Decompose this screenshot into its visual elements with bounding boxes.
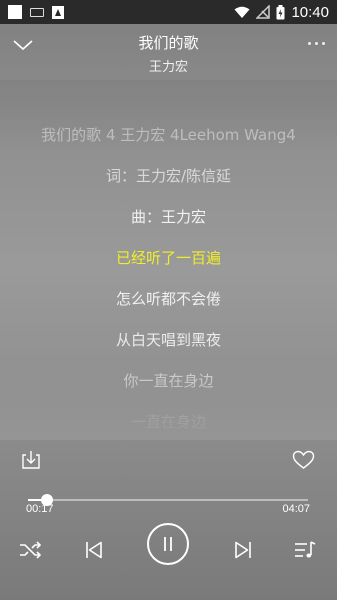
elapsed-time: 00:17 [26,503,54,515]
more-dot-icon [315,42,318,45]
previous-icon [86,541,102,559]
lyric-line-current[interactable]: 已经听了一百遍 [0,247,337,268]
player-header: 我们的歌 王力宏 [0,24,337,80]
shuffle-button[interactable] [18,537,44,563]
pause-icon [164,537,172,551]
playlist-icon [295,541,316,558]
song-title: 我们的歌 [138,34,199,52]
notification-square-icon [8,5,22,19]
lyric-line[interactable]: 曲：王力宏 [0,206,337,227]
playlist-button[interactable] [292,537,318,563]
battery-charging-icon [276,4,285,19]
lyric-line[interactable]: 怎么听都不会倦 [0,288,337,309]
more-dot-icon [308,42,311,45]
seek-track [28,499,308,501]
lyric-line[interactable]: 一直在身边 [0,411,337,432]
playback-controls [0,520,337,576]
seek-bar[interactable] [28,493,308,507]
no-signal-icon [256,5,271,19]
pause-button[interactable] [147,523,189,565]
song-artist: 王力宏 [148,60,188,75]
shuffle-icon [20,541,42,559]
heart-icon [292,450,314,469]
favorite-button[interactable] [290,447,316,473]
lyric-line[interactable]: 从白天唱到黑夜 [0,329,337,350]
lyric-line[interactable]: 你一直在身边 [0,370,337,391]
download-icon [22,451,40,469]
total-time: 04:07 [282,503,310,515]
lyric-line[interactable]: 词：王力宏/陈信延 [0,165,337,186]
lyrics-panel[interactable]: 我们的歌 4 王力宏 4Leehom Wang4 词：王力宏/陈信延 曲：王力宏… [0,120,337,440]
app-notification-icon [52,5,64,19]
wifi-icon [234,6,250,18]
more-options-button[interactable] [308,42,325,45]
lyric-line[interactable]: 我们的歌 4 王力宏 4Leehom Wang4 [0,124,337,145]
clock: 10:40 [291,3,329,21]
status-bar: 10:40 [0,0,337,24]
next-button[interactable] [231,537,255,563]
keyboard-icon [30,7,44,17]
download-button[interactable] [18,447,44,473]
more-dot-icon [322,42,325,45]
next-icon [235,541,251,559]
previous-button[interactable] [82,537,106,563]
